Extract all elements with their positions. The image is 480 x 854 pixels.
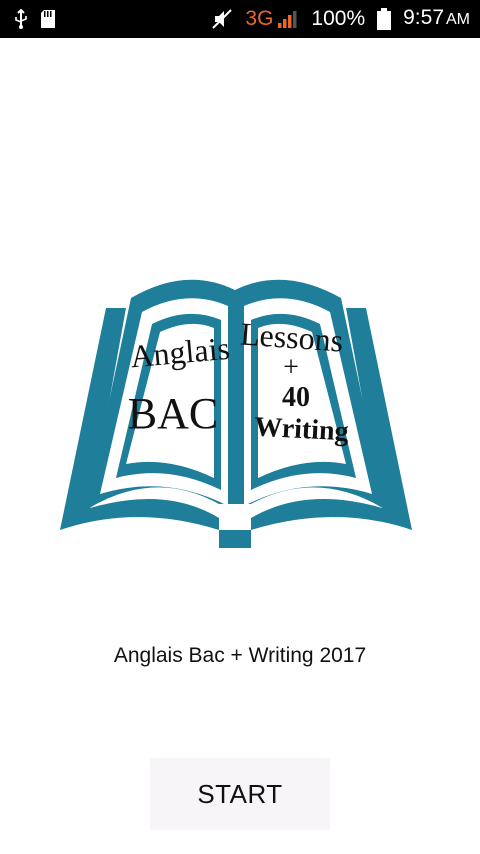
usb-icon bbox=[15, 9, 27, 29]
battery-icon bbox=[377, 8, 392, 30]
network-type-label: 3G bbox=[245, 7, 274, 30]
app-title: Anglais Bac + Writing 2017 bbox=[113, 644, 367, 667]
clock-ampm: AM bbox=[446, 11, 470, 28]
open-book-logo: Anglais BAC Lessons + 40 Writing bbox=[60, 279, 412, 548]
status-bar-right: 3G 100% 9:57 AM bbox=[211, 0, 470, 39]
start-button[interactable]: START bbox=[150, 758, 330, 830]
logo-text-plus: + bbox=[283, 352, 299, 383]
signal-icon bbox=[278, 11, 297, 28]
mute-icon bbox=[212, 9, 233, 29]
clock: 9:57 AM bbox=[403, 0, 470, 39]
status-bar-left bbox=[14, 9, 56, 29]
battery-percentage: 100% bbox=[311, 7, 366, 30]
logo-text-forty: 40 bbox=[282, 382, 310, 413]
logo-text-bac: BAC bbox=[128, 389, 218, 438]
clock-time: 9:57 bbox=[403, 6, 444, 29]
sd-card-icon bbox=[41, 10, 55, 28]
logo-text-writing: Writing bbox=[254, 412, 350, 448]
status-bar: 3G 100% 9:57 AM bbox=[0, 0, 480, 38]
